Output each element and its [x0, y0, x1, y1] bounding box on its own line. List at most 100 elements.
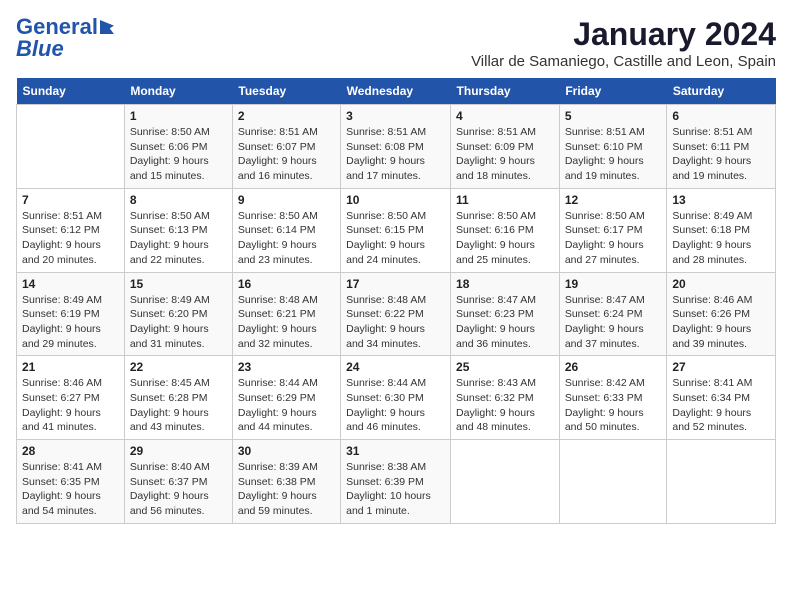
calendar-cell: 20Sunrise: 8:46 AMSunset: 6:26 PMDayligh… [667, 272, 776, 356]
day-number: 19 [565, 277, 662, 291]
daylight-text: Daylight: 9 hours and 17 minutes. [346, 155, 425, 182]
day-info: Sunrise: 8:47 AMSunset: 6:24 PMDaylight:… [565, 293, 662, 352]
sunset-text: Sunset: 6:08 PM [346, 141, 424, 153]
calendar-cell: 17Sunrise: 8:48 AMSunset: 6:22 PMDayligh… [341, 272, 451, 356]
day-number: 10 [346, 193, 445, 207]
calendar-cell: 18Sunrise: 8:47 AMSunset: 6:23 PMDayligh… [451, 272, 560, 356]
calendar-cell: 23Sunrise: 8:44 AMSunset: 6:29 PMDayligh… [232, 356, 340, 440]
sunrise-text: Sunrise: 8:40 AM [130, 461, 210, 473]
day-number: 12 [565, 193, 662, 207]
week-row-5: 28 Sunrise: 8:41 AMSunset: 6:35 PMDayligh… [17, 440, 776, 524]
day-info: Sunrise: 8:50 AMSunset: 6:17 PMDaylight:… [565, 209, 662, 268]
daylight-text: Daylight: 9 hours and 19 minutes. [672, 155, 751, 182]
calendar-cell: 13Sunrise: 8:49 AMSunset: 6:18 PMDayligh… [667, 188, 776, 272]
daylight-text: Daylight: 9 hours and 50 minutes. [565, 407, 644, 434]
daylight-text: Daylight: 9 hours and 27 minutes. [565, 239, 644, 266]
sunset-text: Sunset: 6:29 PM [238, 392, 316, 404]
sunset-text: Sunset: 6:20 PM [130, 308, 208, 320]
daylight-text: Daylight: 9 hours and 25 minutes. [456, 239, 535, 266]
sunrise-text: Sunrise: 8:47 AM [456, 294, 536, 306]
day-info: Sunrise: 8:46 AMSunset: 6:27 PMDaylight:… [22, 376, 119, 435]
day-info: Sunrise: 8:51 AMSunset: 6:07 PMDaylight:… [238, 125, 335, 184]
sunrise-text: Sunrise: 8:46 AM [22, 377, 102, 389]
sunset-text: Sunset: 6:18 PM [672, 224, 750, 236]
day-info: Sunrise: 8:50 AM Sunset: 6:14 PM Daylight:… [238, 209, 335, 268]
sunrise-text: Sunrise: 8:50 AM [565, 210, 645, 222]
daylight-text: Daylight: 9 hours and 23 minutes. [238, 239, 317, 266]
sunrise-text: Sunrise: 8:44 AM [346, 377, 426, 389]
day-number: 26 [565, 360, 662, 374]
day-info: Sunrise: 8:46 AMSunset: 6:26 PMDaylight:… [672, 293, 770, 352]
sunset-text: Sunset: 6:15 PM [346, 224, 424, 236]
day-info: Sunrise: 8:49 AMSunset: 6:20 PMDaylight:… [130, 293, 227, 352]
header-day-monday: Monday [124, 78, 232, 105]
page-subtitle: Villar de Samaniego, Castille and Leon, … [471, 53, 776, 70]
sunset-text: Sunset: 6:26 PM [672, 308, 750, 320]
sunset-text: Sunset: 6:16 PM [456, 224, 534, 236]
calendar-cell: 24 Sunrise: 8:44 AM Sunset: 6:30 PM Dayligh… [341, 356, 451, 440]
sunrise-text: Sunrise: 8:47 AM [565, 294, 645, 306]
calendar-table: SundayMondayTuesdayWednesdayThursdayFrid… [16, 78, 776, 524]
day-info: Sunrise: 8:51 AMSunset: 6:12 PMDaylight:… [22, 209, 119, 268]
day-info: Sunrise: 8:43 AMSunset: 6:32 PMDaylight:… [456, 376, 554, 435]
sunrise-text: Sunrise: 8:46 AM [672, 294, 752, 306]
sunset-text: Sunset: 6:38 PM [238, 476, 316, 488]
day-number: 24 [346, 360, 445, 374]
sunrise-text: Sunrise: 8:50 AM [130, 210, 210, 222]
sunrise-text: Sunrise: 8:50 AM [456, 210, 536, 222]
sunrise-text: Sunrise: 8:49 AM [672, 210, 752, 222]
day-number: 25 [456, 360, 554, 374]
day-number: 8 [130, 193, 227, 207]
calendar-cell: 2Sunrise: 8:51 AMSunset: 6:07 PMDaylight… [232, 105, 340, 189]
day-info: Sunrise: 8:44 AMSunset: 6:29 PMDaylight:… [238, 376, 335, 435]
sunset-text: Sunset: 6:21 PM [238, 308, 316, 320]
day-number: 30 [238, 444, 335, 458]
week-row-1: 1 Sunrise: 8:50 AMSunset: 6:06 PMDaylight… [17, 105, 776, 189]
calendar-cell: 7Sunrise: 8:51 AMSunset: 6:12 PMDaylight… [17, 188, 125, 272]
day-number: 18 [456, 277, 554, 291]
sunset-text: Sunset: 6:11 PM [672, 141, 749, 153]
header-day-wednesday: Wednesday [341, 78, 451, 105]
day-info: Sunrise: 8:51 AMSunset: 6:10 PMDaylight:… [565, 125, 662, 184]
day-number: 3 [346, 109, 445, 123]
sunset-text: Sunset: 6:12 PM [22, 224, 100, 236]
daylight-text: Daylight: 9 hours and 59 minutes. [238, 490, 317, 517]
day-number: 6 [672, 109, 770, 123]
sunset-text: Sunset: 6:27 PM [22, 392, 100, 404]
sunset-text: Sunset: 6:10 PM [565, 141, 643, 153]
sunset-text: Sunset: 6:30 PM [346, 392, 424, 404]
day-info: Sunrise: 8:49 AMSunset: 6:18 PMDaylight:… [672, 209, 770, 268]
week-row-3: 14Sunrise: 8:49 AMSunset: 6:19 PMDayligh… [17, 272, 776, 356]
daylight-text: Daylight: 9 hours and 34 minutes. [346, 323, 425, 350]
sunset-text: Sunset: 6:09 PM [456, 141, 534, 153]
calendar-cell: 12 Sunrise: 8:50 AMSunset: 6:17 PMDayligh… [559, 188, 667, 272]
sunset-text: Sunset: 6:32 PM [456, 392, 534, 404]
daylight-text: Daylight: 9 hours and 36 minutes. [456, 323, 535, 350]
day-info: Sunrise: 8:50 AMSunset: 6:13 PMDaylight:… [130, 209, 227, 268]
sunrise-text: Sunrise: 8:50 AM [238, 210, 318, 222]
daylight-text: Daylight: 10 hours and 1 minute. [346, 490, 431, 517]
day-number: 23 [238, 360, 335, 374]
day-info: Sunrise: 8:48 AMSunset: 6:21 PMDaylight:… [238, 293, 335, 352]
calendar-cell: 31Sunrise: 8:38 AMSunset: 6:39 PMDayligh… [341, 440, 451, 524]
day-info: Sunrise: 8:50 AMSunset: 6:06 PMDaylight:… [130, 125, 227, 184]
daylight-text: Daylight: 9 hours and 18 minutes. [456, 155, 535, 182]
sunrise-text: Sunrise: 8:49 AM [130, 294, 210, 306]
day-info: Sunrise: 8:50 AM Sunset: 6:16 PM Daylight:… [456, 209, 554, 268]
sunset-text: Sunset: 6:24 PM [565, 308, 643, 320]
calendar-cell [559, 440, 667, 524]
sunset-text: Sunset: 6:07 PM [238, 141, 316, 153]
calendar-cell: 27Sunrise: 8:41 AMSunset: 6:34 PMDayligh… [667, 356, 776, 440]
sunset-text: Sunset: 6:14 PM [238, 224, 316, 236]
sunrise-text: Sunrise: 8:44 AM [238, 377, 318, 389]
sunrise-text: Sunrise: 8:38 AM [346, 461, 426, 473]
day-number: 1 [130, 109, 227, 123]
day-number: 5 [565, 109, 662, 123]
day-info: Sunrise: 8:51 AMSunset: 6:11 PMDaylight:… [672, 125, 770, 184]
logo: General Blue [16, 16, 114, 60]
sunset-text: Sunset: 6:34 PM [672, 392, 750, 404]
day-info: Sunrise: 8:41 AMSunset: 6:35 PMDaylight:… [22, 460, 119, 519]
day-number: 28 [22, 444, 119, 458]
sunrise-text: Sunrise: 8:49 AM [22, 294, 102, 306]
daylight-text: Daylight: 9 hours and 46 minutes. [346, 407, 425, 434]
